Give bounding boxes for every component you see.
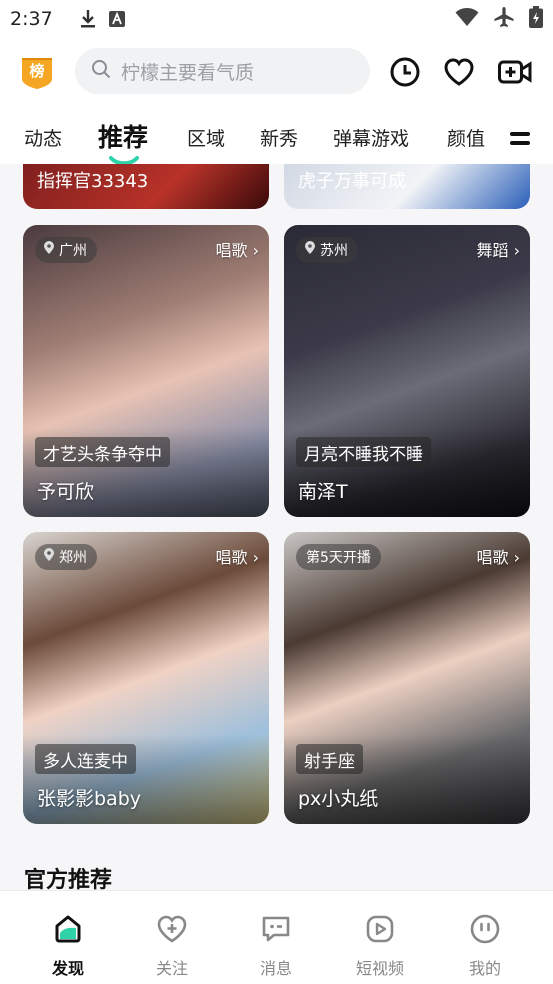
live-status-chip: 月亮不睡我不睡 — [296, 437, 431, 467]
location-text: 苏州 — [320, 243, 348, 259]
live-card[interactable]: 广州 唱歌 › 才艺头条争夺中 予可欣 — [23, 225, 269, 517]
discover-home-icon — [52, 913, 84, 949]
history-clock-icon[interactable] — [389, 56, 421, 88]
location-pin-icon — [43, 548, 55, 566]
live-card[interactable]: 第5天开播 唱歌 › 射手座 px小丸纸 — [284, 532, 530, 824]
play-video-icon — [364, 913, 396, 949]
live-card-partial[interactable]: 虎子万事可成 — [284, 164, 530, 209]
profile-face-icon — [469, 913, 501, 949]
live-card[interactable]: 郑州 唱歌 › 多人连麦中 张影影baby — [23, 532, 269, 824]
nav-label: 关注 — [155, 959, 188, 978]
more-tabs-menu-icon[interactable] — [510, 132, 530, 150]
nav-label: 发现 — [51, 959, 84, 978]
bottom-navigation: 发现 关注 消息 短视频 我的 — [0, 890, 553, 984]
streamer-name: 南泽T — [298, 481, 348, 503]
nav-short-video[interactable]: 短视频 — [340, 913, 420, 979]
streamer-name: 虎子万事可成 — [298, 171, 406, 192]
nav-label: 短视频 — [355, 959, 404, 978]
streamer-name: 张影影baby — [37, 788, 142, 810]
broadcast-day-chip: 第5天开播 — [296, 544, 381, 570]
live-status-chip: 射手座 — [296, 744, 363, 774]
font-a-icon — [108, 11, 125, 27]
category-label[interactable]: 唱歌 › — [216, 237, 260, 261]
battery-icon — [529, 5, 543, 33]
location-chip: 苏州 — [296, 237, 358, 263]
nav-follow[interactable]: 关注 — [132, 913, 212, 979]
live-feed: 指挥官33343 虎子万事可成 广州 唱歌 › 才艺头条争夺中 予可欣 苏州 舞… — [0, 164, 553, 890]
search-bar[interactable]: 柠檬主要看气质 — [75, 48, 370, 94]
location-text: 郑州 — [59, 550, 87, 566]
tab-tuijian[interactable]: 推荐 — [98, 118, 148, 154]
location-pin-icon — [43, 241, 55, 259]
status-time: 2:37 — [10, 8, 53, 30]
category-tabs: 动态 推荐 区域 新秀 弹幕游戏 颜值 — [0, 104, 553, 166]
wifi-icon — [455, 7, 479, 32]
live-status-chip: 多人连麦中 — [35, 744, 136, 774]
top-header: 榜 柠檬主要看气质 — [0, 38, 553, 104]
status-bar: 2:37 — [0, 0, 553, 38]
streamer-name: 指挥官33343 — [37, 171, 149, 192]
tab-yanzhi[interactable]: 颜值 — [447, 124, 485, 151]
section-title-official: 官方推荐 — [24, 868, 113, 890]
location-chip: 广州 — [35, 237, 97, 263]
streamer-name: 予可欣 — [37, 481, 95, 503]
airplane-icon — [493, 6, 515, 33]
search-placeholder: 柠檬主要看气质 — [121, 61, 255, 84]
nav-discover[interactable]: 发现 — [28, 913, 108, 979]
tab-dongtai[interactable]: 动态 — [24, 124, 62, 151]
nav-me[interactable]: 我的 — [445, 913, 525, 979]
location-chip: 郑州 — [35, 544, 97, 570]
nav-messages[interactable]: 消息 — [236, 913, 316, 979]
category-label[interactable]: 舞蹈 › — [477, 237, 521, 261]
heart-plus-icon — [156, 913, 188, 949]
location-text: 广州 — [59, 243, 87, 259]
search-icon — [91, 59, 111, 83]
message-bubble-icon — [260, 913, 292, 949]
heart-icon[interactable] — [443, 56, 475, 88]
streamer-name: px小丸纸 — [298, 788, 379, 810]
live-video-icon[interactable] — [497, 56, 533, 88]
tab-xinxiu[interactable]: 新秀 — [260, 124, 298, 151]
nav-label: 我的 — [468, 959, 501, 978]
live-status-chip: 才艺头条争夺中 — [35, 437, 170, 467]
category-label[interactable]: 唱歌 › — [477, 544, 521, 568]
ranking-badge-icon[interactable]: 榜 — [20, 56, 54, 90]
live-card[interactable]: 苏州 舞蹈 › 月亮不睡我不睡 南泽T — [284, 225, 530, 517]
ranking-badge-text: 榜 — [29, 62, 45, 80]
download-icon — [79, 9, 97, 29]
category-label[interactable]: 唱歌 › — [216, 544, 260, 568]
location-pin-icon — [304, 241, 316, 259]
live-card-partial[interactable]: 指挥官33343 — [23, 164, 269, 209]
tab-danmu-youxi[interactable]: 弹幕游戏 — [333, 124, 409, 151]
nav-label: 消息 — [259, 959, 292, 978]
tab-quyu[interactable]: 区域 — [187, 124, 225, 151]
